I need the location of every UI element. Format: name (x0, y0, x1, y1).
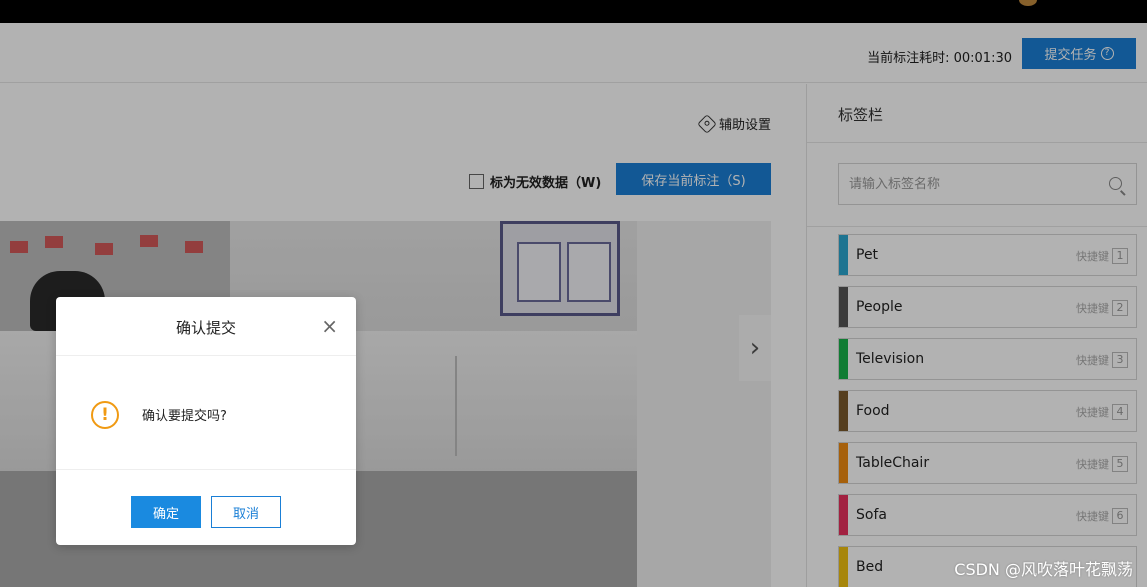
divider (56, 469, 356, 470)
confirm-submit-dialog: 确认提交 × ! 确认要提交吗? 确定 取消 (56, 297, 356, 545)
confirm-button[interactable]: 确定 (131, 496, 201, 528)
watermark: CSDN @风吹落叶花飘荡 (954, 560, 1133, 579)
cancel-button[interactable]: 取消 (211, 496, 281, 528)
divider (56, 355, 356, 356)
close-icon[interactable]: × (321, 316, 338, 336)
dialog-message: 确认要提交吗? (142, 409, 227, 424)
warning-icon: ! (91, 401, 119, 429)
dialog-title: 确认提交 (175, 319, 236, 337)
